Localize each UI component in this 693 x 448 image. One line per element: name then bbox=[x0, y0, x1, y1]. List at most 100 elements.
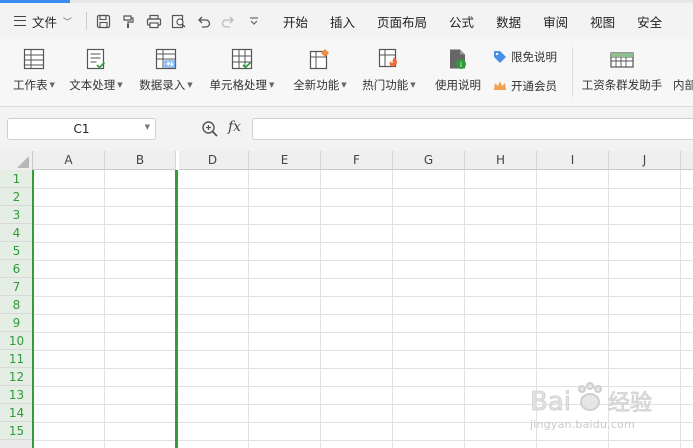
data-entry-button[interactable]: 123 数据录入 ▼ bbox=[135, 39, 197, 107]
hidden-column-selection-border bbox=[175, 170, 178, 448]
cell-processing-button[interactable]: 单元格处理 ▼ bbox=[205, 39, 279, 107]
row-header-bar: 1 2 3 4 5 6 7 8 9 10 11 12 13 14 15 bbox=[0, 170, 33, 448]
column-header-b[interactable]: B bbox=[105, 151, 176, 170]
quick-access-toolbar bbox=[82, 3, 266, 39]
worksheet-icon bbox=[23, 48, 45, 70]
gridline bbox=[33, 296, 693, 297]
watermark-url: jingyan.baidu.com bbox=[530, 418, 635, 431]
tab-formulas[interactable]: 公式 bbox=[438, 3, 485, 39]
gridline bbox=[104, 170, 105, 448]
worksheet-label: 工作表 bbox=[13, 78, 48, 92]
ribbon-divider bbox=[572, 47, 573, 97]
column-header-a[interactable]: A bbox=[33, 151, 105, 170]
menu-bar: 文件 ﹀ 开始 插入 页面布局 公式 数据 审阅 视图 安全 bbox=[0, 3, 693, 39]
print-icon[interactable] bbox=[141, 3, 166, 39]
row-header-14[interactable]: 14 bbox=[0, 404, 33, 422]
gridline bbox=[33, 440, 693, 441]
gridline bbox=[248, 170, 249, 448]
gridline bbox=[33, 224, 693, 225]
text-processing-label: 文本处理 bbox=[69, 78, 116, 92]
print-preview-icon[interactable] bbox=[166, 3, 191, 39]
new-features-button[interactable]: 全新功能 ▼ bbox=[288, 39, 352, 107]
tab-home[interactable]: 开始 bbox=[272, 3, 319, 39]
fx-icon[interactable]: fx bbox=[228, 119, 241, 135]
gridline bbox=[33, 278, 693, 279]
payroll-label: 工资条群发助手 bbox=[581, 78, 663, 92]
selection-border-left bbox=[32, 170, 34, 448]
usage-guide-button[interactable]: i 使用说明 bbox=[430, 39, 486, 107]
hot-features-label: 热门功能 bbox=[362, 78, 409, 92]
column-header-h[interactable]: H bbox=[465, 151, 537, 170]
text-processing-button[interactable]: 文本处理 ▼ bbox=[66, 39, 126, 107]
row-header-6[interactable]: 6 bbox=[0, 260, 33, 278]
gridline bbox=[33, 206, 693, 207]
toolbar-divider bbox=[86, 12, 87, 30]
redo-icon[interactable] bbox=[216, 3, 241, 39]
row-header-12[interactable]: 12 bbox=[0, 368, 33, 386]
row-header-1[interactable]: 1 bbox=[0, 170, 33, 188]
column-header-j[interactable]: J bbox=[609, 151, 681, 170]
hot-features-icon bbox=[378, 48, 398, 68]
payroll-icon bbox=[610, 52, 634, 68]
column-header-d[interactable]: D bbox=[177, 151, 249, 170]
ribbon-tabs: 开始 插入 页面布局 公式 数据 审阅 视图 安全 bbox=[272, 3, 673, 39]
internal-button[interactable]: 内部 bbox=[673, 39, 693, 107]
tab-security[interactable]: 安全 bbox=[626, 3, 673, 39]
svg-text:i: i bbox=[460, 61, 462, 69]
worksheet-button[interactable]: 工作表 ▼ bbox=[8, 39, 60, 107]
internal-label: 内部 bbox=[673, 78, 693, 92]
tab-view[interactable]: 视图 bbox=[579, 3, 626, 39]
membership-label: 开通会员 bbox=[511, 79, 557, 93]
row-header-8[interactable]: 8 bbox=[0, 296, 33, 314]
gridline bbox=[33, 242, 693, 243]
file-menu-label: 文件 bbox=[32, 14, 58, 30]
row-header-5[interactable]: 5 bbox=[0, 242, 33, 260]
undo-icon[interactable] bbox=[191, 3, 216, 39]
usage-guide-label: 使用说明 bbox=[435, 78, 481, 92]
tab-insert[interactable]: 插入 bbox=[319, 3, 366, 39]
row-header-2[interactable]: 2 bbox=[0, 188, 33, 206]
select-all-corner[interactable] bbox=[0, 151, 33, 170]
row-header-15[interactable]: 15 bbox=[0, 422, 33, 440]
data-entry-label: 数据录入 bbox=[139, 78, 186, 92]
format-painter-icon[interactable] bbox=[116, 3, 141, 39]
hot-features-button[interactable]: 热门功能 ▼ bbox=[357, 39, 421, 107]
tab-review[interactable]: 审阅 bbox=[532, 3, 579, 39]
gridline bbox=[464, 170, 465, 448]
row-header-9[interactable]: 9 bbox=[0, 314, 33, 332]
row-header-13[interactable]: 13 bbox=[0, 386, 33, 404]
cell-processing-icon bbox=[231, 48, 253, 70]
svg-text:123: 123 bbox=[165, 62, 175, 68]
row-header-4[interactable]: 4 bbox=[0, 224, 33, 242]
formula-input[interactable] bbox=[252, 118, 693, 140]
payroll-assistant-button[interactable]: 工资条群发助手 bbox=[578, 39, 666, 107]
column-header-f[interactable]: F bbox=[321, 151, 393, 170]
membership-button[interactable]: 开通会员 bbox=[492, 78, 557, 94]
free-limit-button[interactable]: 限免说明 bbox=[492, 49, 557, 65]
row-header-7[interactable]: 7 bbox=[0, 278, 33, 296]
gridline bbox=[33, 350, 693, 351]
column-header-bar: A B D E F G H I J bbox=[0, 151, 693, 170]
row-header-11[interactable]: 11 bbox=[0, 350, 33, 368]
column-header-i[interactable]: I bbox=[537, 151, 609, 170]
more-dropdown-icon[interactable] bbox=[241, 3, 266, 39]
gridline bbox=[33, 260, 693, 261]
zoom-icon[interactable] bbox=[201, 120, 219, 138]
chevron-down-icon[interactable]: ▼ bbox=[145, 123, 150, 131]
save-icon[interactable] bbox=[91, 3, 116, 39]
column-header-e[interactable]: E bbox=[249, 151, 321, 170]
row-header-10[interactable]: 10 bbox=[0, 332, 33, 350]
row-header-3[interactable]: 3 bbox=[0, 206, 33, 224]
cell-processing-label: 单元格处理 bbox=[209, 78, 268, 92]
gridline bbox=[33, 332, 693, 333]
name-box[interactable]: C1 ▼ bbox=[7, 118, 156, 140]
chevron-down-icon: ﹀ bbox=[63, 17, 73, 28]
gridline bbox=[33, 314, 693, 315]
tab-data[interactable]: 数据 bbox=[485, 3, 532, 39]
ribbon-toolbar: 工作表 ▼ 文本处理 ▼ 123 数据录入 ▼ 单元格处理 ▼ 全新功能 ▼ 热门功能 ▼ … bbox=[0, 39, 693, 107]
column-header-g[interactable]: G bbox=[393, 151, 465, 170]
new-features-icon bbox=[309, 49, 329, 70]
tab-page-layout[interactable]: 页面布局 bbox=[366, 3, 438, 39]
gridline bbox=[33, 188, 693, 189]
file-menu-button[interactable]: 文件 ﹀ bbox=[0, 3, 82, 39]
